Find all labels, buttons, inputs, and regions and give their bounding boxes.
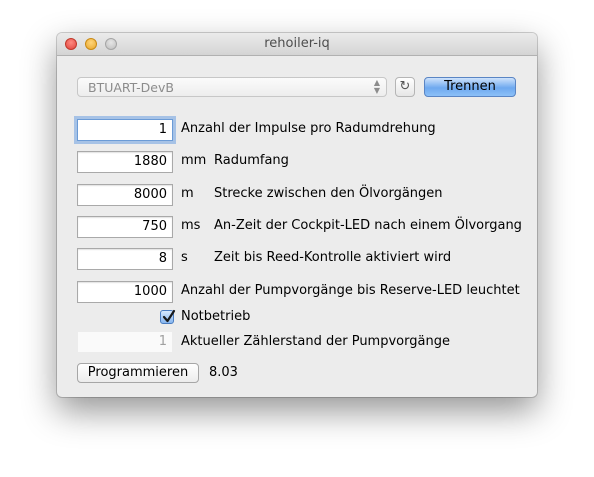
led-time-label: An-Zeit der Cockpit-LED nach einem Ölvor… — [214, 218, 522, 233]
impulses-field[interactable]: 1 — [77, 119, 173, 141]
pump-count-field[interactable]: 1000 — [77, 281, 173, 303]
refresh-button[interactable]: ↻ — [395, 77, 415, 97]
port-select[interactable]: BTUART-DevB ▲ ▼ — [77, 77, 387, 97]
emergency-label[interactable]: Notbetrieb — [181, 309, 250, 324]
updown-arrows-icon: ▲ ▼ — [373, 78, 380, 95]
counter-field: 1 — [77, 331, 173, 353]
port-select-value: BTUART-DevB — [88, 80, 174, 95]
circumference-unit: mm — [181, 153, 207, 168]
window-title: rehoiler-iq — [264, 36, 330, 51]
app-window: rehoiler-iq BTUART-DevB ▲ ▼ ↻ Trennen 1 A… — [57, 33, 537, 397]
impulses-label: Anzahl der Impulse pro Radumdrehung — [181, 121, 436, 136]
led-time-field[interactable]: 750 — [77, 216, 173, 238]
version-label: 8.03 — [209, 365, 238, 380]
reed-time-field[interactable]: 8 — [77, 248, 173, 270]
title-bar[interactable]: rehoiler-iq — [57, 33, 537, 56]
distance-label: Strecke zwischen den Ölvorgängen — [214, 186, 443, 201]
emergency-checkbox[interactable] — [160, 309, 176, 324]
reed-time-unit: s — [181, 250, 188, 265]
counter-label: Aktueller Zählerstand der Pumpvorgänge — [181, 334, 450, 349]
disconnect-button[interactable]: Trennen — [424, 77, 516, 97]
reed-time-label: Zeit bis Reed-Kontrolle aktiviert wird — [214, 250, 452, 265]
checkmark-icon — [162, 309, 176, 323]
program-button[interactable]: Programmieren — [77, 363, 199, 383]
circumference-label: Radumfang — [214, 153, 289, 168]
distance-field[interactable]: 8000 — [77, 184, 173, 206]
circumference-field[interactable]: 1880 — [77, 151, 173, 173]
distance-unit: m — [181, 186, 194, 201]
led-time-unit: ms — [181, 218, 201, 233]
pump-count-label: Anzahl der Pumpvorgänge bis Reserve-LED … — [181, 283, 520, 298]
refresh-icon: ↻ — [399, 79, 411, 94]
